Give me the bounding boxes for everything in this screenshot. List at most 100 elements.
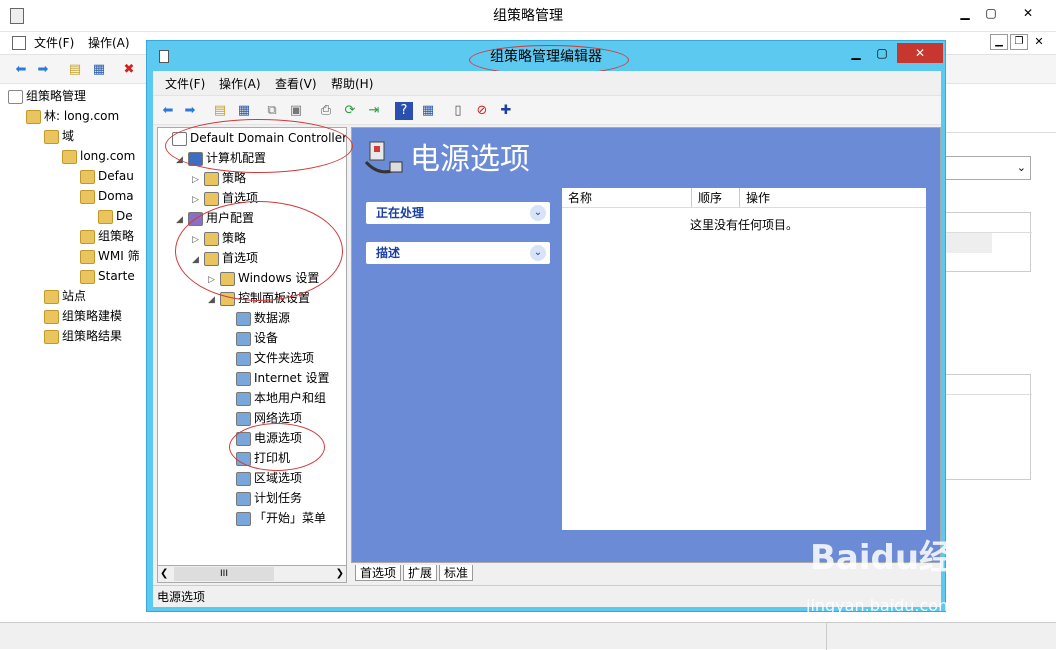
back-tree-item-label: Defau	[98, 169, 134, 183]
back-arrow-icon[interactable]: ⬅	[12, 61, 30, 79]
editor-tree-item[interactable]: Internet 设置	[224, 368, 329, 388]
editor-menu-help[interactable]: 帮助(H)	[331, 73, 373, 95]
minimize-button[interactable]: ▁	[952, 4, 978, 24]
editor-tree-item[interactable]: 区域选项	[224, 468, 302, 488]
tree-horizontal-scrollbar[interactable]: ❮ III ❯	[157, 565, 347, 583]
editor-tree-item[interactable]: 设备	[224, 328, 278, 348]
editor-tree-item-label: 策略	[222, 171, 247, 185]
stop-icon[interactable]: ⊘	[473, 102, 491, 120]
view-pane-icon[interactable]: ▦	[419, 102, 437, 120]
folder-icon	[80, 169, 95, 184]
folder-icon	[80, 269, 95, 284]
document-icon[interactable]: ▯	[449, 102, 467, 120]
back-tree-item[interactable]: long.com	[62, 146, 135, 166]
mdi-controls: ▁ ❐ ✕	[990, 34, 1048, 52]
folder-icon	[80, 189, 95, 204]
menu-action[interactable]: 操作(A)	[88, 32, 130, 54]
fold-icon	[204, 191, 219, 206]
forward-arrow-icon[interactable]: ➡	[34, 61, 52, 79]
editor-tree-item[interactable]: 数据源	[224, 308, 290, 328]
back-tree-item-label: WMI 筛	[98, 249, 140, 263]
back-tree-item[interactable]: 组策略建模	[44, 306, 122, 326]
editor-tree-item[interactable]: 计划任务	[224, 488, 302, 508]
back-tree-item-label: 站点	[62, 289, 87, 303]
items-list: 名称 顺序 操作 这里没有任何项目。	[562, 188, 926, 530]
up-folder-icon[interactable]: ▤	[66, 61, 84, 79]
close-button[interactable]: ✕	[1015, 4, 1041, 24]
column-header-name[interactable]: 名称	[562, 188, 692, 208]
copy-icon[interactable]: ⧉	[263, 102, 281, 120]
back-tree-item[interactable]: 组策略结果	[44, 326, 122, 346]
back-list-row[interactable]	[946, 233, 992, 253]
back-tree-item-label: Starte	[98, 269, 135, 283]
editor-tree-item-label: 计划任务	[254, 491, 303, 505]
show-hide-tree-icon[interactable]: ▦	[235, 102, 253, 120]
print-icon[interactable]: ⎙	[317, 102, 335, 120]
editor-menu-action[interactable]: 操作(A)	[219, 73, 261, 95]
back-list-header	[946, 213, 1032, 233]
double-chevron-down-icon[interactable]: ⌄	[530, 245, 546, 261]
back-tree-item[interactable]: Defau	[80, 166, 134, 186]
scroll-right-icon[interactable]: ❯	[336, 566, 344, 582]
double-chevron-down-icon[interactable]: ⌄	[530, 205, 546, 221]
editor-maximize-button[interactable]: ▢	[869, 43, 895, 63]
export-icon[interactable]: ⇥	[365, 102, 383, 120]
forward-arrow-icon[interactable]: ➡	[181, 102, 199, 120]
show-hide-tree-icon[interactable]: ▦	[90, 61, 108, 79]
delete-icon[interactable]: ✖	[120, 61, 138, 79]
refresh-icon[interactable]: ⟳	[341, 102, 359, 120]
mdi-close-icon[interactable]: ✕	[1030, 34, 1048, 50]
editor-close-button[interactable]: ✕	[897, 43, 943, 63]
panel-processing[interactable]: 正在处理 ⌄	[366, 202, 550, 224]
back-tree-item[interactable]: Starte	[80, 266, 135, 286]
column-header-order[interactable]: 顺序	[692, 188, 740, 208]
content-heading: 电源选项	[410, 142, 530, 177]
tab-preferences[interactable]: 首选项	[355, 565, 402, 581]
item-icon	[236, 391, 251, 406]
column-header-action[interactable]: 操作	[740, 188, 926, 208]
status-divider	[826, 623, 827, 650]
add-icon[interactable]: ✚	[497, 102, 515, 120]
back-tree-item[interactable]: 域	[44, 126, 74, 146]
editor-menu-view[interactable]: 查看(V)	[275, 73, 317, 95]
editor-tree-item[interactable]: 「开始」菜单	[224, 508, 326, 528]
panel-processing-label: 正在处理	[376, 206, 425, 220]
back-tree-item[interactable]: 站点	[44, 286, 86, 306]
back-tree-item[interactable]: 林: long.com	[26, 106, 119, 126]
folder-icon	[98, 209, 113, 224]
editor-tree-item[interactable]: 文件夹选项	[224, 348, 314, 368]
fold-icon	[204, 171, 219, 186]
item-icon	[236, 331, 251, 346]
back-tree-item[interactable]: 组策略	[80, 226, 134, 246]
expand-arrow-icon[interactable]: ▷	[192, 190, 204, 210]
tab-extended[interactable]: 扩展	[403, 565, 438, 581]
back-dropdown[interactable]: ⌄	[945, 156, 1031, 180]
scroll-thumb[interactable]: III	[174, 567, 274, 581]
scroll-left-icon[interactable]: ❮	[160, 566, 168, 582]
back-tree-item-label: 组策略建模	[62, 309, 123, 323]
back-tree-item[interactable]: WMI 筛	[80, 246, 140, 266]
annotation-ellipse-computer-config	[165, 119, 353, 173]
expand-arrow-icon[interactable]: ▷	[192, 170, 204, 190]
back-tree-item-label: 组策略	[98, 229, 135, 243]
up-folder-icon[interactable]: ▤	[211, 102, 229, 120]
editor-minimize-button[interactable]: ▁	[843, 43, 869, 63]
back-tree-item[interactable]: 组策略管理	[8, 86, 86, 106]
tab-standard[interactable]: 标准	[439, 565, 474, 581]
gpmc-icon	[8, 89, 23, 104]
back-tree-item[interactable]: Doma	[80, 186, 134, 206]
back-tree-item-label: De	[116, 209, 133, 223]
editor-menu-file[interactable]: 文件(F)	[165, 73, 205, 95]
panel-description[interactable]: 描述 ⌄	[366, 242, 550, 264]
mdi-minimize-icon[interactable]: ▁	[990, 34, 1008, 50]
editor-tree-item[interactable]: 本地用户和组	[224, 388, 326, 408]
back-bottom-header	[946, 375, 1032, 395]
mdi-restore-icon[interactable]: ❐	[1010, 34, 1028, 50]
help-icon[interactable]: ?	[395, 102, 413, 120]
back-tree-item[interactable]: De	[98, 206, 133, 226]
paste-icon[interactable]: ▣	[287, 102, 305, 120]
maximize-button[interactable]: ▢	[978, 4, 1004, 24]
menu-file[interactable]: 文件(F)	[34, 32, 74, 54]
back-arrow-icon[interactable]: ⬅	[159, 102, 177, 120]
editor-tree-pane: Default Domain Controllers P ◢ 计算机配置 ▷ 策略 ▷ 首选…	[157, 127, 347, 583]
